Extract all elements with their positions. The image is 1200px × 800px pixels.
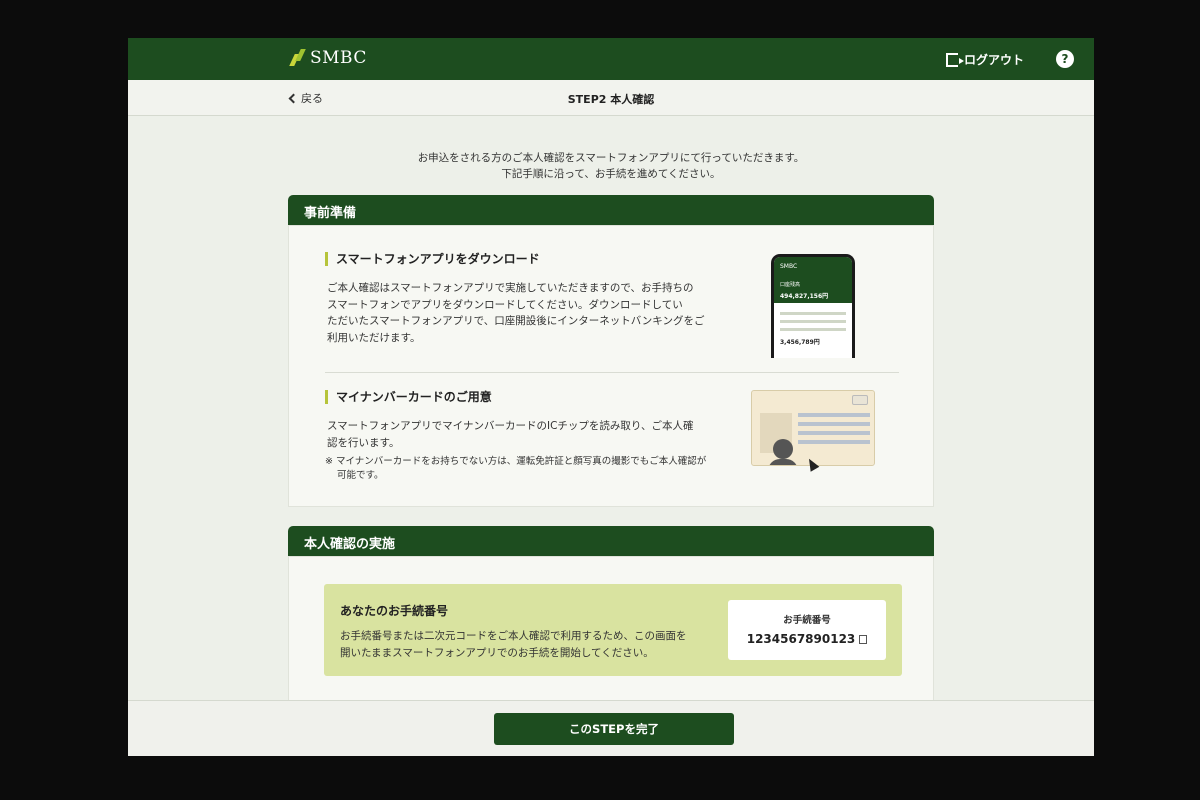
procedure-number-box: お手続番号 1234567890123 — [728, 600, 886, 660]
section-header-verification: 本人確認の実施 — [288, 526, 934, 556]
phone-account-label: 口座残高 — [780, 282, 801, 288]
note-line: ※ マイナンバーカードをお持ちでない方は、運転免許証と顔写真の撮影でもご本人確認… — [325, 456, 707, 467]
complete-step-button[interactable]: このSTEPを完了 — [494, 713, 734, 745]
logo-text: SMBC — [310, 48, 367, 68]
sub-navigation: 戻る STEP2 本人確認 — [128, 80, 1094, 116]
footer-bar: このSTEPを完了 — [128, 700, 1094, 756]
download-description: ご本人確認はスマートフォンアプリで実施していただきますので、お手持ちの スマート… — [327, 280, 704, 346]
description-line: ご本人確認はスマートフォンアプリで実施していただきますので、お手持ちの — [327, 282, 694, 294]
copy-icon[interactable] — [856, 631, 868, 644]
phone-logo: SMBC — [780, 263, 798, 270]
description-line: ただいたスマートフォンアプリで、口座開設後にインターネットバンキングをご — [327, 315, 705, 327]
description-line: 利用いただけます。 — [327, 331, 421, 344]
logout-icon — [945, 52, 964, 67]
mynumber-description: スマートフォンアプリでマイナンバーカードのICチップを読み取り、ご本人確 認を行… — [327, 418, 693, 451]
intro-text: お申込をされる方のご本人確認をスマートフォンアプリにて行っていただきます。 下記… — [128, 150, 1094, 182]
phone-balance-2: 3,456,789円 — [780, 339, 820, 346]
ic-chip-icon — [852, 395, 868, 405]
procedure-line: 開いたままスマートフォンアプリでのお手続を開始してください。 — [340, 647, 654, 659]
page-title: STEP2 本人確認 — [567, 93, 655, 106]
download-heading: スマートフォンアプリをダウンロード — [325, 252, 540, 266]
procedure-heading: あなたのお手続番号 — [340, 604, 449, 618]
divider — [325, 372, 899, 373]
mynumber-note: ※ マイナンバーカードをお持ちでない方は、運転免許証と顔写真の撮影でもご本人確認… — [325, 455, 706, 483]
procedure-description: お手続番号または二次元コードをご本人確認で利用するため、この画面を 開いたままス… — [340, 628, 687, 662]
description-line: 認を行います。 — [327, 436, 400, 449]
mynumber-card-image — [751, 390, 875, 466]
smartphone-app-image: SMBC 口座残高 494,827,156円 3,456,789円 — [771, 254, 855, 358]
phone-balance: 494,827,156円 — [780, 293, 829, 300]
app-screen: SMBC ログアウト ? 戻る STEP2 本人確認 お申込をされる方のご本人確… — [128, 38, 1094, 756]
note-line: 可能です。 — [337, 470, 384, 481]
logout-button[interactable]: ログアウト — [945, 51, 1024, 68]
procedure-line: お手続番号または二次元コードをご本人確認で利用するため、この画面を — [340, 630, 687, 642]
mynumber-heading: マイナンバーカードのご用意 — [325, 390, 492, 404]
top-bar: SMBC ログアウト ? — [128, 38, 1094, 80]
help-button[interactable]: ? — [1056, 50, 1074, 68]
procedure-number: 1234567890123 — [746, 632, 856, 646]
procedure-number-panel: あなたのお手続番号 お手続番号または二次元コードをご本人確認で利用するため、この… — [324, 584, 902, 676]
intro-line: お申込をされる方のご本人確認をスマートフォンアプリにて行っていただきます。 — [417, 152, 805, 164]
procedure-number-label: お手続番号 — [783, 615, 831, 626]
intro-line: 下記手順に沿って、お手続を進めてください。 — [501, 168, 721, 180]
description-line: スマートフォンアプリでマイナンバーカードのICチップを読み取り、ご本人確 — [327, 420, 694, 432]
preparation-card: スマートフォンアプリをダウンロード ご本人確認はスマートフォンアプリで実施してい… — [288, 225, 934, 507]
logout-label: ログアウト — [963, 53, 1024, 67]
smbc-logo: SMBC — [289, 48, 367, 68]
portrait-icon — [760, 413, 798, 465]
description-line: スマートフォンでアプリをダウンロードしてください。ダウンロードしてい — [327, 298, 683, 311]
section-header-preparation: 事前準備 — [288, 195, 934, 225]
smbc-logo-mark-icon — [289, 49, 306, 67]
